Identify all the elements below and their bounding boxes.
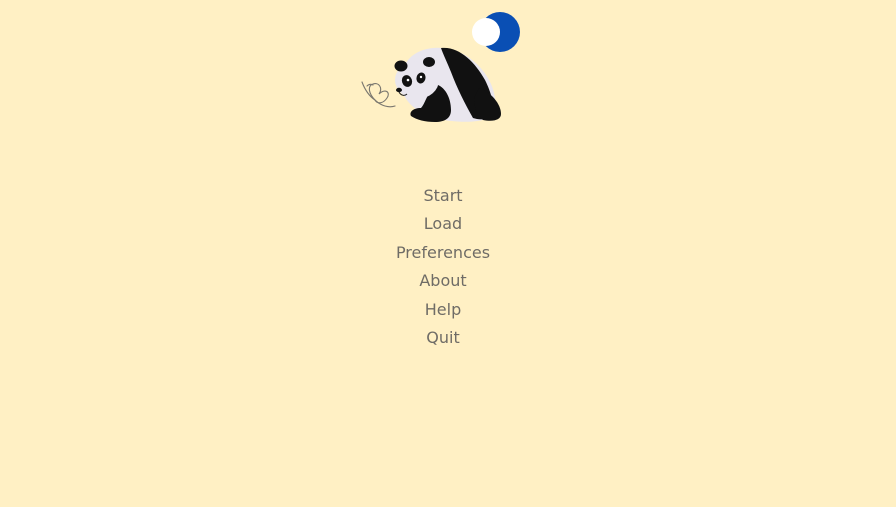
load-button[interactable]: Load xyxy=(420,210,466,238)
main-menu-screen: Start Load Preferences About Help Quit xyxy=(0,0,896,507)
panda-icon xyxy=(394,47,501,122)
crescent-moon-icon xyxy=(472,12,520,52)
help-button[interactable]: Help xyxy=(421,296,465,324)
about-button[interactable]: About xyxy=(415,267,470,295)
main-menu: Start Load Preferences About Help Quit xyxy=(0,182,886,352)
game-logo xyxy=(361,12,520,122)
quit-button[interactable]: Quit xyxy=(422,324,463,352)
preferences-button[interactable]: Preferences xyxy=(392,239,494,267)
start-button[interactable]: Start xyxy=(419,182,466,210)
butterfly-icon xyxy=(361,81,396,108)
